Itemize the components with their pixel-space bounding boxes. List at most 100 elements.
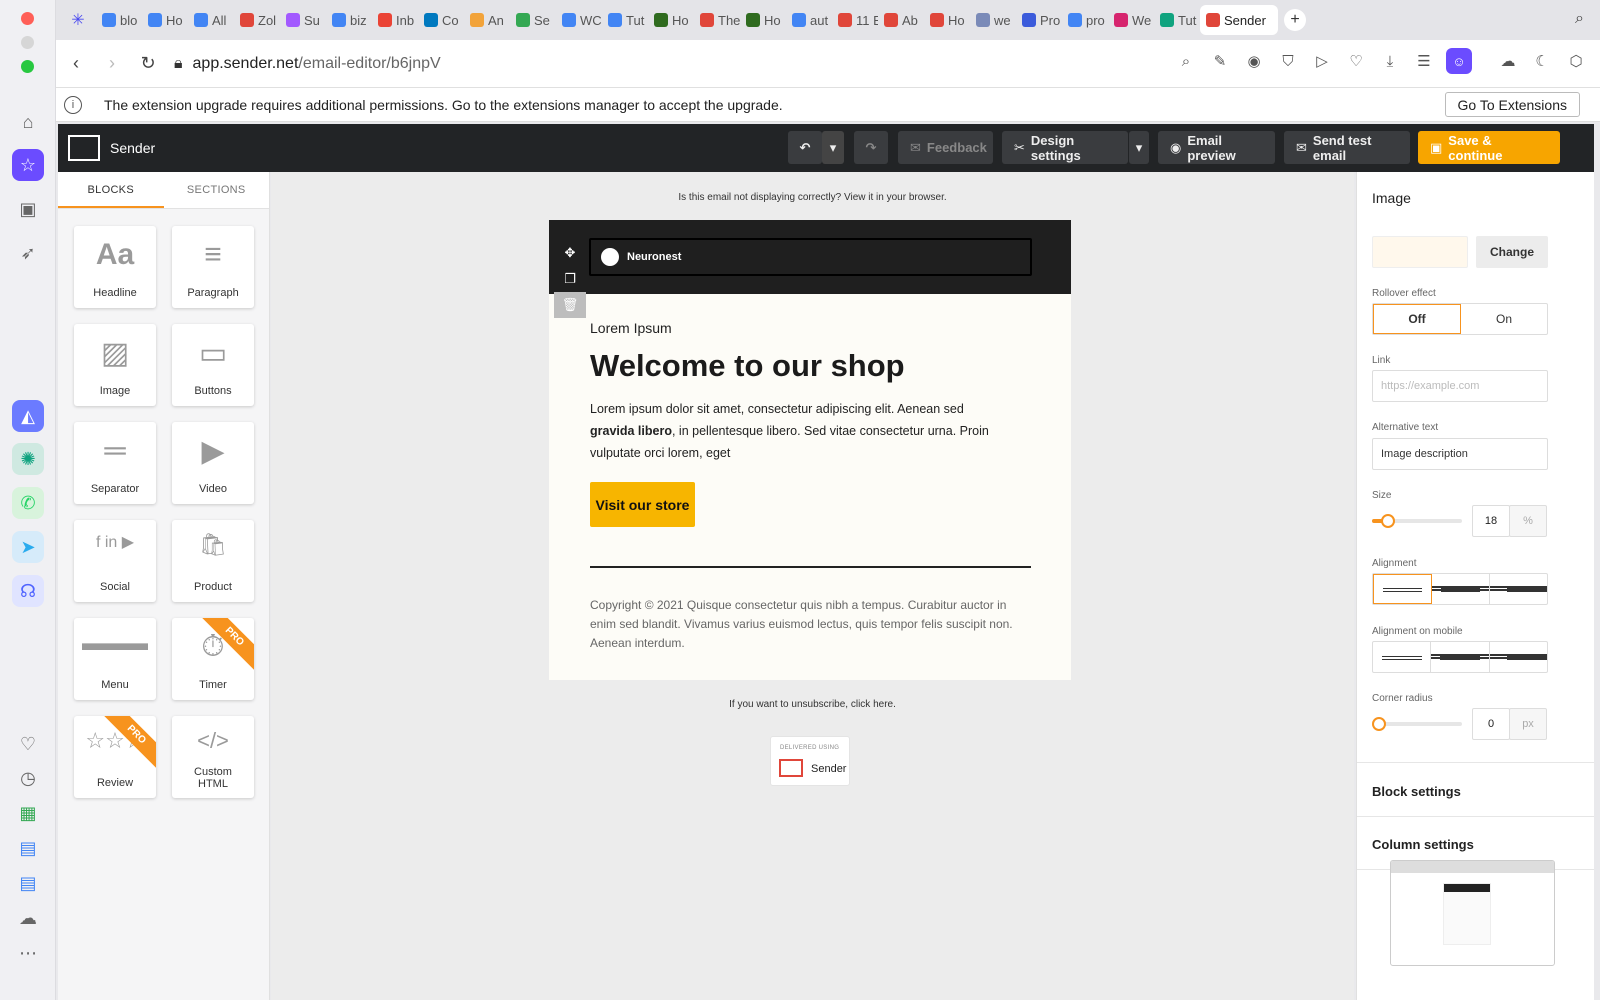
align-center-icon[interactable] xyxy=(1432,574,1490,604)
undo-dropdown-button[interactable]: ▾ xyxy=(822,131,844,164)
email-paragraph[interactable]: Lorem ipsum dolor sit amet, consectetur … xyxy=(590,398,1000,464)
search-icon[interactable]: ⌕ xyxy=(1575,10,1584,28)
corner-radius-input[interactable]: 0 xyxy=(1472,708,1510,740)
email-header-block[interactable]: Neuronest ✥ ❐ 🗑︎ xyxy=(549,220,1071,318)
browser-tab[interactable]: Ho xyxy=(648,5,694,35)
briefcase-icon[interactable]: ▣ xyxy=(12,193,44,225)
browser-tab[interactable]: Co xyxy=(418,5,464,35)
save-continue-button[interactable]: ▣ Save & continue xyxy=(1418,131,1560,164)
docs-icon[interactable]: ▤ xyxy=(12,867,44,899)
design-settings-button[interactable]: ✂ Design settings xyxy=(1002,131,1128,164)
block-paragraph[interactable]: ≡ Paragraph xyxy=(172,226,254,308)
view-in-browser-text[interactable]: Is this email not displaying correctly? … xyxy=(271,192,1354,203)
browser-tab[interactable]: Su xyxy=(280,5,326,35)
tab-blocks[interactable]: BLOCKS xyxy=(58,172,164,208)
email-subtitle[interactable]: Lorem Ipsum xyxy=(590,320,672,336)
align-right-icon[interactable] xyxy=(1489,642,1547,672)
corner-radius-slider[interactable] xyxy=(1372,717,1462,731)
app-icon-telegram[interactable]: ➤ xyxy=(12,531,44,563)
maximize-window-button[interactable] xyxy=(21,60,34,73)
browser-tab[interactable]: The xyxy=(694,5,740,35)
rocket-icon[interactable]: ➶ xyxy=(12,237,44,269)
settings-sliders-icon[interactable]: ☰ xyxy=(1412,52,1436,70)
back-icon[interactable]: ‹ xyxy=(58,53,94,74)
size-slider-handle[interactable] xyxy=(1381,514,1396,528)
copy-icon[interactable]: ❐ xyxy=(554,266,586,292)
link-input[interactable]: https://example.com xyxy=(1372,370,1548,402)
size-slider[interactable] xyxy=(1372,514,1462,528)
cloud-icon[interactable]: ☁ xyxy=(1496,52,1520,70)
moon-icon[interactable]: ☾ xyxy=(1530,52,1554,70)
camera-icon[interactable]: ◉ xyxy=(1242,52,1266,70)
browser-tab[interactable]: WC xyxy=(556,5,602,35)
sender-logo[interactable]: Sender xyxy=(68,135,155,161)
email-preview-button[interactable]: ◉ Email preview xyxy=(1158,131,1275,164)
new-tab-button[interactable]: + xyxy=(1284,9,1306,31)
design-settings-dropdown[interactable]: ▾ xyxy=(1129,131,1149,164)
block-custom-html[interactable]: </> Custom HTML xyxy=(172,716,254,798)
forward-icon[interactable]: › xyxy=(94,53,130,74)
browser-tab[interactable]: Tut xyxy=(602,5,648,35)
unsubscribe-text[interactable]: If you want to unsubscribe, click here. xyxy=(271,699,1354,710)
app-icon-headphones[interactable]: ☊ xyxy=(12,575,44,607)
sheets-icon[interactable]: ▦ xyxy=(12,797,44,829)
separator-line[interactable] xyxy=(590,566,1031,568)
email-title[interactable]: Welcome to our shop xyxy=(590,348,905,384)
corner-slider-handle[interactable] xyxy=(1372,717,1386,731)
browser-tab[interactable]: pro xyxy=(1062,5,1108,35)
browser-tab[interactable]: we xyxy=(970,5,1016,35)
zoom-icon[interactable]: ⌕ xyxy=(1174,53,1198,70)
alt-text-input[interactable]: Image description xyxy=(1372,438,1548,470)
block-separator[interactable]: ═ Separator xyxy=(74,422,156,504)
block-video[interactable]: ▶ Video xyxy=(172,422,254,504)
block-menu[interactable]: ▬▬▬ Menu xyxy=(74,618,156,700)
browser-tab[interactable]: Inb xyxy=(372,5,418,35)
block-headline[interactable]: Aa Headline xyxy=(74,226,156,308)
block-social[interactable]: f in ▶ Social xyxy=(74,520,156,602)
block-timer[interactable]: ⏱ Timer PRO xyxy=(172,618,254,700)
heart-icon[interactable]: ♡ xyxy=(1344,52,1368,70)
app-icon-chatgpt[interactable]: ✺ xyxy=(12,443,44,475)
browser-tab[interactable]: Ho xyxy=(924,5,970,35)
browser-tab[interactable]: Ab xyxy=(878,5,924,35)
browser-tab[interactable]: Ho xyxy=(142,5,188,35)
browser-tab[interactable]: Se xyxy=(510,5,556,35)
redo-button[interactable]: ↷ xyxy=(854,131,888,164)
browser-tab[interactable]: An xyxy=(464,5,510,35)
block-buttons[interactable]: ▭ Buttons xyxy=(172,324,254,406)
reload-icon[interactable]: ↻ xyxy=(130,53,166,74)
more-icon[interactable]: ⋯ xyxy=(12,937,44,969)
align-left-icon[interactable] xyxy=(1373,642,1432,672)
feedback-button[interactable]: ✉ Feedback xyxy=(898,131,993,164)
minimize-window-button[interactable] xyxy=(21,36,34,49)
browser-tab[interactable]: Zol xyxy=(234,5,280,35)
block-image[interactable]: ▨ Image xyxy=(74,324,156,406)
profile-avatar[interactable]: ☺ xyxy=(1446,48,1472,74)
box-icon[interactable]: ⬡ xyxy=(1564,52,1588,70)
go-to-extensions-button[interactable]: Go To Extensions xyxy=(1444,92,1580,117)
url-field[interactable]: 🔒︎ app.sender.net /email-editor/b6jnpV xyxy=(174,55,441,73)
size-input[interactable]: 18 xyxy=(1472,505,1510,537)
browser-tab[interactable]: 11 E xyxy=(832,5,878,35)
app-icon-arc[interactable]: ◭ xyxy=(12,400,44,432)
move-icon[interactable]: ✥ xyxy=(554,240,586,266)
browser-tab[interactable]: Sender xyxy=(1200,5,1278,35)
screenshot-thumbnail[interactable] xyxy=(1390,860,1555,966)
rollover-on-option[interactable]: On xyxy=(1461,304,1547,334)
block-review[interactable]: ☆☆☆ Review PRO xyxy=(74,716,156,798)
download-icon[interactable]: ⤓ xyxy=(1378,53,1402,70)
tab-sections[interactable]: SECTIONS xyxy=(164,172,270,208)
rollover-off-option[interactable]: Off xyxy=(1373,304,1461,334)
browser-tab[interactable]: All xyxy=(188,5,234,35)
star-icon[interactable]: ☆ xyxy=(12,149,44,181)
browser-tab[interactable]: Ho xyxy=(740,5,786,35)
app-icon-whatsapp[interactable]: ✆ xyxy=(12,487,44,519)
edit-icon[interactable]: ✎ xyxy=(1208,52,1232,70)
undo-button[interactable]: ↶ xyxy=(788,131,822,164)
send-test-email-button[interactable]: ✉ Send test email xyxy=(1284,131,1410,164)
change-image-button[interactable]: Change xyxy=(1476,236,1548,268)
selected-image-block[interactable]: Neuronest xyxy=(589,238,1032,276)
tab-home[interactable]: ✳ xyxy=(60,5,96,35)
browser-tab[interactable]: biz xyxy=(326,5,372,35)
copyright-text[interactable]: Copyright © 2021 Quisque consectetur qui… xyxy=(590,596,1030,653)
